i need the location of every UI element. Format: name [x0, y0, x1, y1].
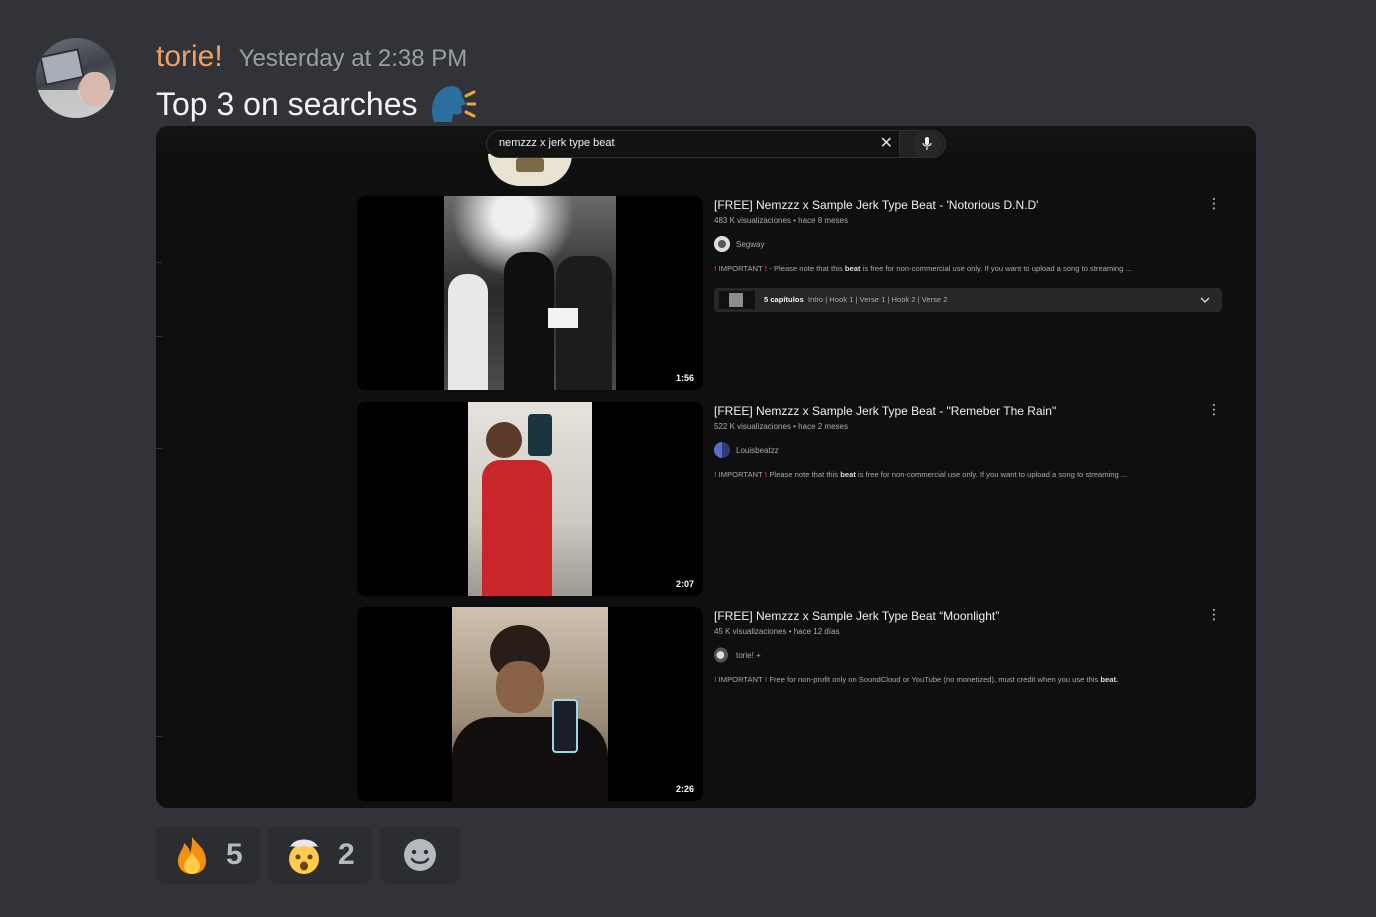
add-reaction-button[interactable]	[380, 826, 460, 884]
chat-message: torie! Yesterday at 2:38 PM Top 3 on sea…	[0, 0, 1376, 917]
exclamation-icon: !	[714, 264, 717, 273]
channel-name: Louisbeatzz	[736, 445, 779, 455]
avatar-face	[80, 72, 110, 106]
microphone-icon	[922, 137, 932, 150]
desc-prefix: IMPORTANT	[718, 470, 763, 479]
search-input[interactable]: nemzzz x jerk type beat ✕	[486, 130, 900, 158]
message-content: Top 3 on searches	[156, 82, 477, 126]
video-thumbnail[interactable]: 2:26	[357, 607, 703, 801]
desc-post: is free for non-commercial use only. If …	[858, 470, 1128, 479]
video-result[interactable]: 2:26 [FREE] Nemzzz x Sample Jerk Type Be…	[357, 607, 1256, 801]
username[interactable]: torie!	[156, 40, 223, 74]
video-meta: 522 K visualizaciones • hace 2 meses	[714, 422, 848, 431]
video-title[interactable]: [FREE] Nemzzz x Sample Jerk Type Beat “M…	[714, 609, 999, 623]
exploding-head-emoji	[289, 839, 319, 874]
reaction-count: 2	[338, 838, 355, 871]
desc-prefix: IMPORTANT	[718, 675, 763, 684]
thumbnail-photo	[444, 196, 616, 390]
video-duration: 2:26	[672, 783, 697, 795]
channel-link[interactable]: torie! +	[714, 647, 761, 663]
reaction-exploding-head[interactable]: 2	[268, 826, 372, 884]
embedded-screenshot[interactable]: nemzzz x jerk type beat ✕ 1:56 [FREE] Ne…	[156, 126, 1256, 808]
channel-avatar	[714, 442, 730, 458]
chapters-count: 5 capítulos	[764, 295, 804, 304]
desc-pre: Please note that this	[769, 470, 839, 479]
speaking-head-emoji	[428, 82, 477, 126]
video-duration: 2:07	[672, 578, 697, 590]
desc-bold: beat	[844, 264, 861, 273]
avatar-laptop	[39, 48, 85, 86]
channel-avatar	[714, 236, 730, 252]
video-title[interactable]: [FREE] Nemzzz x Sample Jerk Type Beat - …	[714, 198, 1038, 212]
more-options-icon[interactable]: ⋮	[1207, 402, 1221, 416]
message-text: Top 3 on searches	[156, 85, 418, 122]
desc-bold: beat.	[1100, 675, 1119, 684]
desc-pre: - Please note that this	[769, 264, 843, 273]
sidebar-divider	[156, 448, 162, 449]
reaction-count: 5	[226, 838, 243, 871]
desc-post: is free for non-commercial use only. If …	[862, 264, 1132, 273]
message-header: torie! Yesterday at 2:38 PM	[156, 40, 467, 78]
voice-search-button[interactable]	[913, 130, 941, 158]
channel-name: Segway	[736, 239, 765, 249]
thumbnail-photo	[468, 402, 592, 596]
chevron-down-icon	[1200, 297, 1210, 303]
more-options-icon[interactable]: ⋮	[1207, 607, 1221, 621]
video-result[interactable]: 2:07 [FREE] Nemzzz x Sample Jerk Type Be…	[357, 402, 1256, 596]
chapters-text: 5 capítulos Intro | Hook 1 | Verse 1 | H…	[764, 295, 948, 304]
channel-name: torie! +	[736, 650, 761, 660]
exclamation-icon: !	[714, 470, 717, 479]
reactions-bar: 5 2	[156, 826, 460, 884]
sidebar-divider	[156, 336, 162, 337]
search-query: nemzzz x jerk type beat	[499, 137, 615, 149]
channel-link[interactable]: Louisbeatzz	[714, 442, 779, 458]
video-description: ! IMPORTANT ! - Please note that this be…	[714, 264, 1132, 273]
exclamation-icon: !	[764, 470, 768, 479]
sidebar-divider	[156, 736, 162, 737]
chapters-list: Intro | Hook 1 | Verse 1 | Hook 2 | Vers…	[807, 295, 948, 304]
chapter-thumbnail	[719, 291, 755, 309]
video-meta: 483 K visualizaciones • hace 8 meses	[714, 216, 848, 225]
exclamation-icon: !	[764, 675, 768, 684]
desc-pre: Free for non-profit only on SoundCloud o…	[769, 675, 1099, 684]
clear-search-icon[interactable]: ✕	[880, 135, 893, 153]
fire-emoji	[178, 837, 206, 874]
video-result[interactable]: 1:56 [FREE] Nemzzz x Sample Jerk Type Be…	[357, 196, 1256, 390]
video-description: ! IMPORTANT ! Free for non-profit only o…	[714, 675, 1118, 684]
video-thumbnail[interactable]: 2:07	[357, 402, 703, 596]
video-description: ! IMPORTANT ! Please note that this beat…	[714, 470, 1127, 479]
desc-prefix: IMPORTANT	[718, 264, 763, 273]
video-title[interactable]: [FREE] Nemzzz x Sample Jerk Type Beat - …	[714, 404, 1056, 418]
video-duration: 1:56	[672, 372, 697, 384]
video-thumbnail[interactable]: 1:56	[357, 196, 703, 390]
video-meta: 45 K visualizaciones • hace 12 días	[714, 627, 840, 636]
exclamation-icon: !	[714, 675, 717, 684]
sidebar-divider	[156, 262, 162, 263]
reaction-fire[interactable]: 5	[156, 826, 260, 884]
channel-link[interactable]: Segway	[714, 236, 764, 252]
channel-avatar-peek	[488, 154, 572, 186]
channel-avatar	[714, 647, 730, 663]
more-options-icon[interactable]: ⋮	[1207, 196, 1221, 210]
chapters-bar[interactable]: 5 capítulos Intro | Hook 1 | Verse 1 | H…	[714, 288, 1222, 312]
desc-bold: beat	[840, 470, 856, 479]
add-reaction-icon	[404, 839, 436, 871]
exclamation-icon: !	[764, 264, 768, 273]
timestamp[interactable]: Yesterday at 2:38 PM	[239, 45, 468, 73]
thumbnail-photo	[452, 607, 608, 801]
user-avatar[interactable]	[36, 38, 116, 118]
